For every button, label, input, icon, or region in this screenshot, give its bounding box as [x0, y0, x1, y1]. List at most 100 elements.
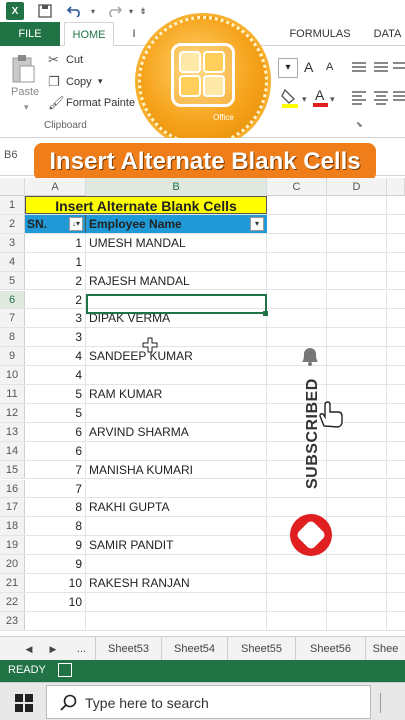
copy-button[interactable]: Copy [66, 76, 92, 88]
row-header[interactable]: 2 [0, 214, 25, 233]
row-header[interactable]: 23 [0, 611, 25, 630]
cell-employee-name[interactable] [86, 517, 267, 536]
row-header[interactable]: 15 [0, 460, 25, 479]
cell[interactable] [327, 441, 387, 460]
macro-record-icon[interactable] [58, 663, 72, 677]
font-dialog-launcher-icon[interactable]: ⬊ [356, 120, 363, 129]
row-header[interactable]: 12 [0, 403, 25, 422]
cell-sn[interactable]: 6 [25, 441, 86, 460]
copy-icon[interactable]: ❐ [48, 74, 60, 90]
cell[interactable] [327, 517, 387, 536]
copy-dropdown-icon[interactable]: ▾ [98, 76, 103, 87]
cell-sn[interactable]: 10 [25, 574, 86, 592]
decrease-font-size-button[interactable]: A [326, 61, 333, 73]
cell[interactable] [267, 233, 327, 252]
format-painter-button[interactable]: Format Painte [66, 97, 135, 109]
cell-employee-name[interactable]: RAKESH RANJAN [86, 574, 267, 592]
sheet-tab-57[interactable]: Shee [366, 637, 405, 661]
cell[interactable] [327, 592, 387, 611]
paste-label[interactable]: Paste [11, 86, 39, 98]
cell-employee-name[interactable]: MANISHA KUMARI [86, 460, 267, 479]
taskbar-search-box[interactable]: Type here to search [46, 685, 371, 719]
cell-sn[interactable] [25, 611, 86, 630]
cell-sn[interactable]: 5 [25, 403, 86, 422]
cell[interactable] [327, 196, 387, 214]
sheet-tab-55[interactable]: Sheet55 [228, 637, 296, 661]
row-header[interactable]: 1 [0, 196, 25, 214]
row-header[interactable]: 3 [0, 233, 25, 252]
cell-sn[interactable]: 8 [25, 517, 86, 536]
cell-employee-name[interactable] [86, 366, 267, 384]
cell[interactable] [327, 290, 387, 309]
cell-sn[interactable]: 7 [25, 479, 86, 498]
cell[interactable] [327, 498, 387, 517]
cell[interactable] [327, 347, 387, 366]
cell-employee-name[interactable] [86, 611, 267, 630]
cell[interactable] [267, 611, 327, 630]
sheet-tab-53[interactable]: Sheet53 [96, 637, 162, 661]
cell[interactable] [267, 290, 327, 309]
cell[interactable] [267, 309, 327, 328]
row-header[interactable]: 13 [0, 422, 25, 441]
paste-icon[interactable] [10, 54, 36, 84]
cell[interactable] [327, 611, 387, 630]
cell-employee-name[interactable] [86, 403, 267, 422]
row-header[interactable]: 20 [0, 555, 25, 573]
cell-sn[interactable]: 7 [25, 460, 86, 479]
cell-employee-name[interactable] [86, 252, 267, 271]
row-header[interactable]: 9 [0, 347, 25, 366]
format-painter-icon[interactable]: 🖌 [48, 95, 65, 111]
cell[interactable] [327, 328, 387, 347]
increase-font-size-button[interactable]: A [304, 59, 313, 75]
font-color-icon[interactable]: A [312, 86, 330, 108]
cell-employee-name[interactable] [86, 479, 267, 498]
paste-dropdown-icon[interactable]: ▾ [24, 102, 29, 113]
undo-dropdown-icon[interactable]: ▾ [88, 2, 98, 20]
row-header[interactable]: 10 [0, 366, 25, 384]
cell-employee-name[interactable]: UMESH MANDAL [86, 233, 267, 252]
sheet-tab-56[interactable]: Sheet56 [296, 637, 366, 661]
column-header-b[interactable]: B [86, 178, 267, 196]
font-size-dropdown[interactable]: ▾ [278, 58, 298, 78]
wrap-text-icon[interactable] [392, 60, 405, 76]
tab-insert[interactable]: I [128, 22, 140, 46]
cell-sn[interactable]: 4 [25, 347, 86, 366]
redo-icon[interactable] [104, 2, 124, 20]
cell[interactable] [327, 460, 387, 479]
cell-sn[interactable]: 8 [25, 498, 86, 517]
task-view-icon[interactable] [380, 693, 400, 713]
cell-employee-name[interactable] [86, 441, 267, 460]
cell[interactable] [267, 196, 327, 214]
row-header[interactable]: 7 [0, 309, 25, 328]
align-right-icon[interactable] [392, 90, 405, 106]
cell[interactable] [327, 252, 387, 271]
cut-button[interactable]: Cut [66, 54, 83, 66]
cell-sn[interactable]: 6 [25, 422, 86, 441]
row-header[interactable]: 14 [0, 441, 25, 460]
cell[interactable] [327, 479, 387, 498]
cell[interactable] [327, 555, 387, 573]
font-color-dropdown-icon[interactable]: ▾ [330, 94, 335, 105]
row-header[interactable]: 5 [0, 271, 25, 290]
cell[interactable] [267, 271, 327, 290]
column-header-e[interactable] [387, 178, 405, 196]
scroll-right-icon[interactable]: ▶ [44, 637, 62, 661]
cell-sn[interactable]: 10 [25, 592, 86, 611]
header-employee-name[interactable]: Employee Name [86, 214, 267, 233]
cell-sn[interactable]: 1 [25, 252, 86, 271]
table-title-cell[interactable]: Insert Alternate Blank Cells [25, 196, 267, 214]
row-header[interactable]: 21 [0, 574, 25, 592]
windows-start-icon[interactable] [14, 693, 34, 713]
select-all-corner[interactable] [0, 178, 25, 196]
fill-color-icon[interactable] [280, 86, 302, 108]
customize-toolbar-icon[interactable]: ⇟ [138, 2, 148, 20]
save-icon[interactable] [36, 2, 54, 20]
cell-sn[interactable]: 1 [25, 233, 86, 252]
cell[interactable] [327, 233, 387, 252]
redo-dropdown-icon[interactable]: ▾ [126, 2, 136, 20]
cell[interactable] [327, 574, 387, 592]
tab-formulas[interactable]: FORMULAS [286, 22, 354, 46]
cell-employee-name[interactable]: SANDEEP KUMAR [86, 347, 267, 366]
row-header[interactable]: 6 [0, 290, 25, 309]
sn-sort-filter-icon[interactable]: ↓▾ [69, 216, 83, 231]
